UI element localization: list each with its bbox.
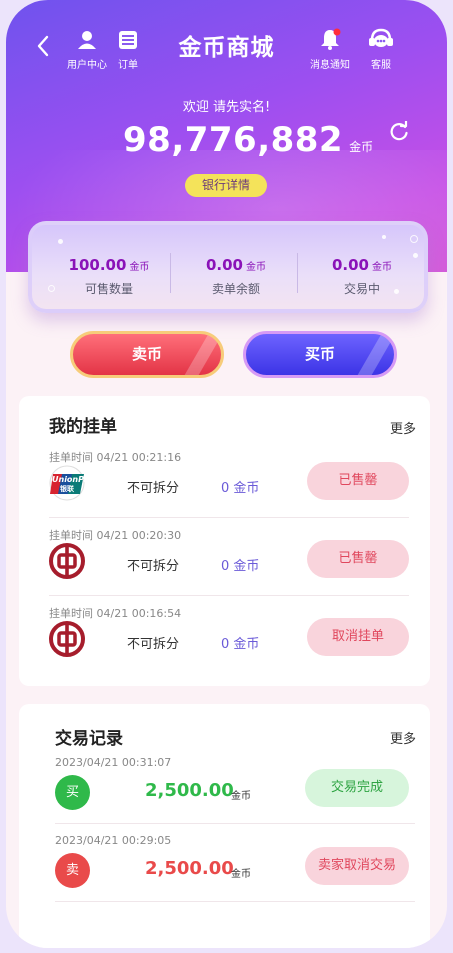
order-status-button[interactable]: 已售罄 [307, 540, 409, 578]
welcome-text: 欢迎 请先实名! [182, 100, 271, 115]
sparkle-ring [410, 235, 418, 243]
record-type-badge: 买 [55, 775, 90, 810]
stat-label: 可售数量 [84, 282, 133, 296]
sell-coins-button[interactable]: 卖币 [70, 331, 224, 378]
unionpay-logo-icon: UnionPay 银联 [49, 465, 85, 501]
row-divider [49, 595, 409, 596]
cancel-order-button[interactable]: 取消挂单 [307, 618, 409, 656]
order-status-button[interactable]: 已售罄 [307, 462, 409, 500]
svg-text:UnionPay: UnionPay [52, 475, 85, 484]
record-time: 2023/04/21 00:29:05 [55, 834, 172, 847]
coin-balance: 98,776,882 金币 [123, 120, 373, 160]
record-unit: 金币 [231, 791, 251, 802]
stat-label: 交易中 [343, 282, 380, 296]
service-button[interactable]: 客服 [364, 28, 398, 71]
order-time: 挂单时间 04/21 00:16:54 [49, 607, 182, 620]
record-unit: 金币 [231, 869, 251, 880]
record-type-badge: 卖 [55, 853, 90, 888]
trade-records-more-link[interactable]: 更多 [390, 728, 416, 747]
button-shine [346, 334, 394, 375]
record-amount: 2,500.00 [145, 780, 234, 801]
refresh-button[interactable] [388, 120, 410, 147]
balance-unit: 金币 [349, 140, 374, 154]
order-amount: 0 金币 [221, 481, 260, 496]
sparkle-dot [58, 239, 63, 244]
record-time: 2023/04/21 00:31:07 [55, 756, 172, 769]
sparkle-dot [382, 235, 386, 239]
buy-label: 买币 [304, 345, 335, 363]
bank-details-button[interactable]: 银行详情 [185, 174, 267, 197]
refresh-icon [390, 120, 408, 141]
record-amount: 2,500.00 [145, 858, 234, 879]
button-shine [173, 334, 221, 375]
my-orders-card: 我的挂单 更多 挂单时间 04/21 00:21:16 UnionPay 银联 … [19, 396, 430, 686]
trade-records-card: 交易记录 更多 2023/04/21 00:31:07 买 2,500.00 金… [19, 704, 430, 948]
stat-unit: 金币 [372, 262, 392, 273]
svg-text:银联: 银联 [60, 484, 75, 493]
phone-screen: 用户中心 订单 金币商城 消息通知 客服 欢迎 请先实名! 98,776,882… [6, 0, 447, 948]
order-row: 挂单时间 04/21 00:16:54 不可拆分 0 金币 取消挂单 [49, 605, 409, 683]
stat-value: 0.00 [205, 256, 243, 274]
notifications-label: 消息通知 [310, 60, 350, 71]
service-label: 客服 [371, 60, 391, 71]
order-row: 挂单时间 04/21 00:20:30 不可拆分 0 金币 已售罄 [49, 527, 409, 605]
order-type: 不可拆分 [127, 637, 180, 652]
bank-of-china-logo-icon [49, 543, 85, 579]
stat-trading: 0.00 金币 交易中 [302, 255, 422, 297]
bank-of-china-logo-icon [49, 621, 85, 657]
my-orders-more-link[interactable]: 更多 [390, 418, 416, 437]
order-type: 不可拆分 [127, 559, 180, 574]
stat-label: 卖单余额 [211, 282, 260, 296]
stat-value: 100.00 [68, 256, 127, 274]
order-time: 挂单时间 04/21 00:20:30 [49, 529, 182, 542]
record-status-button[interactable]: 交易完成 [305, 769, 409, 807]
stat-unit: 金币 [246, 262, 266, 273]
stat-sell-balance: 0.00 金币 卖单余额 [176, 255, 296, 297]
bell-icon [321, 28, 341, 50]
row-divider [49, 517, 409, 518]
order-row: 挂单时间 04/21 00:21:16 UnionPay 银联 不可拆分 0 金… [49, 449, 409, 527]
row-divider [55, 823, 415, 824]
stat-available: 100.00 金币 可售数量 [49, 255, 169, 297]
my-orders-title: 我的挂单 [49, 417, 117, 437]
record-status-button[interactable]: 卖家取消交易 [305, 847, 409, 885]
stat-divider [297, 253, 298, 293]
stat-value: 0.00 [331, 256, 369, 274]
sell-label: 卖币 [131, 345, 162, 363]
order-amount: 0 金币 [221, 559, 260, 574]
buy-coins-button[interactable]: 买币 [243, 331, 397, 378]
trade-records-title: 交易记录 [55, 729, 123, 749]
stats-panel: 100.00 金币 可售数量 0.00 金币 卖单余额 0.00 金币 交易中 [28, 221, 428, 313]
stat-unit: 金币 [129, 262, 150, 273]
order-amount: 0 金币 [221, 637, 260, 652]
balance-value: 98,776,882 [123, 120, 344, 160]
order-type: 不可拆分 [127, 481, 180, 496]
stat-divider [170, 253, 171, 293]
order-time: 挂单时间 04/21 00:21:16 [49, 451, 182, 464]
headset-icon [369, 28, 393, 47]
notifications-button[interactable]: 消息通知 [305, 28, 355, 71]
row-divider [55, 901, 415, 902]
